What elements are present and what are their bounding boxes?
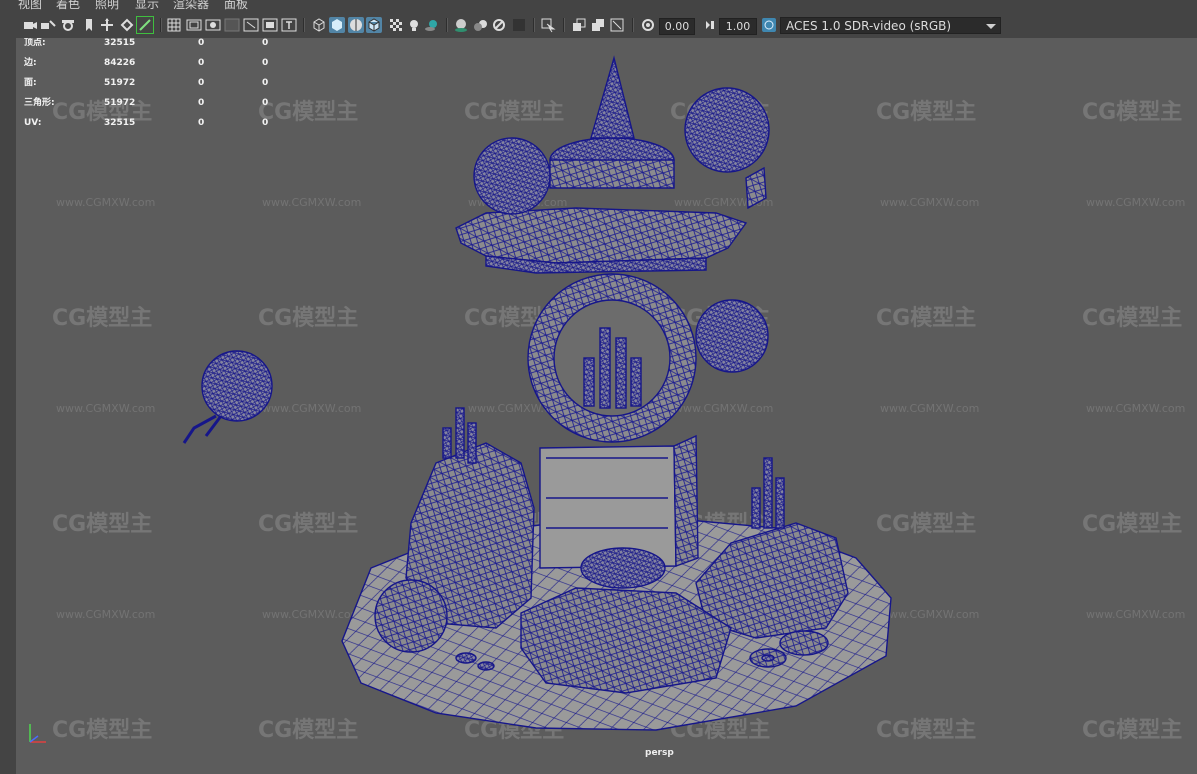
gamma-icon[interactable]: [702, 17, 718, 33]
hud-value: 0: [262, 38, 269, 48]
menu-show[interactable]: 显示: [135, 0, 159, 12]
bookmark-icon[interactable]: [60, 17, 76, 33]
shadows-icon[interactable]: [424, 17, 440, 33]
viewport-toolbar: 0.00 1.00 ACES 1.0 SDR-video (sRGB): [0, 12, 1197, 39]
hud-value: 32515: [104, 118, 136, 128]
safe-title-icon[interactable]: [224, 17, 240, 33]
gate-mask-icon[interactable]: [166, 17, 182, 33]
hud-value: 0: [262, 78, 269, 88]
color-management-icon[interactable]: [761, 17, 777, 33]
menu-renderer[interactable]: 渲染器: [173, 0, 209, 12]
safe-action-icon[interactable]: [205, 17, 221, 33]
panel-menu-bar: 视图 着色 照明 显示 渲染器 面板: [0, 0, 1197, 12]
hud-value: 51972: [104, 78, 136, 88]
field-chart-icon[interactable]: [186, 17, 202, 33]
hud-label-triangles: 三角形:: [24, 98, 55, 108]
default-lighting-icon[interactable]: [406, 17, 422, 33]
exposure-icon[interactable]: [640, 17, 656, 33]
resolution-gate-icon[interactable]: [136, 16, 154, 34]
hud-value: 0: [262, 118, 269, 128]
chevron-down-icon[interactable]: [986, 24, 996, 29]
hud-value: 0: [198, 78, 205, 88]
color-space-dropdown[interactable]: ACES 1.0 SDR-video (sRGB): [780, 17, 1001, 34]
menu-shading[interactable]: 着色: [56, 0, 80, 12]
wireframe-icon[interactable]: [311, 17, 327, 33]
hud-value: 0: [262, 58, 269, 68]
hud-value: 0: [198, 58, 205, 68]
hud-label-faces: 面:: [24, 78, 37, 88]
ambient-occlusion-icon[interactable]: [453, 17, 469, 33]
checker-icon[interactable]: [388, 17, 404, 33]
hud-value: 0: [198, 98, 205, 108]
isolate-select-icon[interactable]: [540, 17, 556, 33]
film-gate-icon[interactable]: [119, 17, 135, 33]
hud-label-edges: 边:: [24, 58, 37, 68]
menu-lighting[interactable]: 照明: [95, 0, 119, 12]
motion-blur-icon[interactable]: [473, 17, 489, 33]
wireframe-model[interactable]: [16, 38, 1197, 774]
backface-culling-icon[interactable]: [609, 17, 625, 33]
hud-label-vertices: 顶点:: [24, 38, 46, 48]
xray-active-icon[interactable]: [590, 17, 606, 33]
wireframe-on-shaded-icon[interactable]: [348, 17, 364, 33]
color-space-value: ACES 1.0 SDR-video (sRGB): [786, 19, 952, 33]
persp-viewport[interactable]: CG模型主 www.CGMXW.com CG模型主 www.CGMXW.com CG模型…: [16, 38, 1197, 774]
xray-icon[interactable]: [366, 17, 382, 33]
hud-value: 0: [198, 38, 205, 48]
grid-toggle-icon[interactable]: [243, 17, 259, 33]
grid-icon[interactable]: [99, 17, 115, 33]
hud-label-uvs: UV:: [24, 118, 42, 128]
text-icon[interactable]: [281, 17, 297, 33]
hud-icon[interactable]: [262, 17, 278, 33]
hud-value: 32515: [104, 38, 136, 48]
xray-joints-icon[interactable]: [571, 17, 587, 33]
camera-icon[interactable]: [22, 17, 38, 33]
hud-value: 0: [262, 98, 269, 108]
smooth-shade-icon[interactable]: [329, 17, 345, 33]
image-plane-icon[interactable]: [81, 17, 97, 33]
camera-attributes-icon[interactable]: [40, 17, 56, 33]
depth-of-field-icon[interactable]: [511, 17, 527, 33]
menu-panels[interactable]: 面板: [224, 0, 248, 12]
hud-value: 0: [198, 118, 205, 128]
exposure-field[interactable]: 0.00: [659, 18, 695, 35]
menu-view[interactable]: 视图: [18, 0, 42, 12]
gamma-field[interactable]: 1.00: [719, 18, 757, 35]
camera-name-label: persp: [645, 748, 674, 758]
axis-gizmo-icon: [29, 724, 46, 743]
panel-left-edge: [0, 38, 16, 774]
hud-value: 84226: [104, 58, 136, 68]
hud-value: 51972: [104, 98, 136, 108]
anti-aliasing-icon[interactable]: [491, 17, 507, 33]
